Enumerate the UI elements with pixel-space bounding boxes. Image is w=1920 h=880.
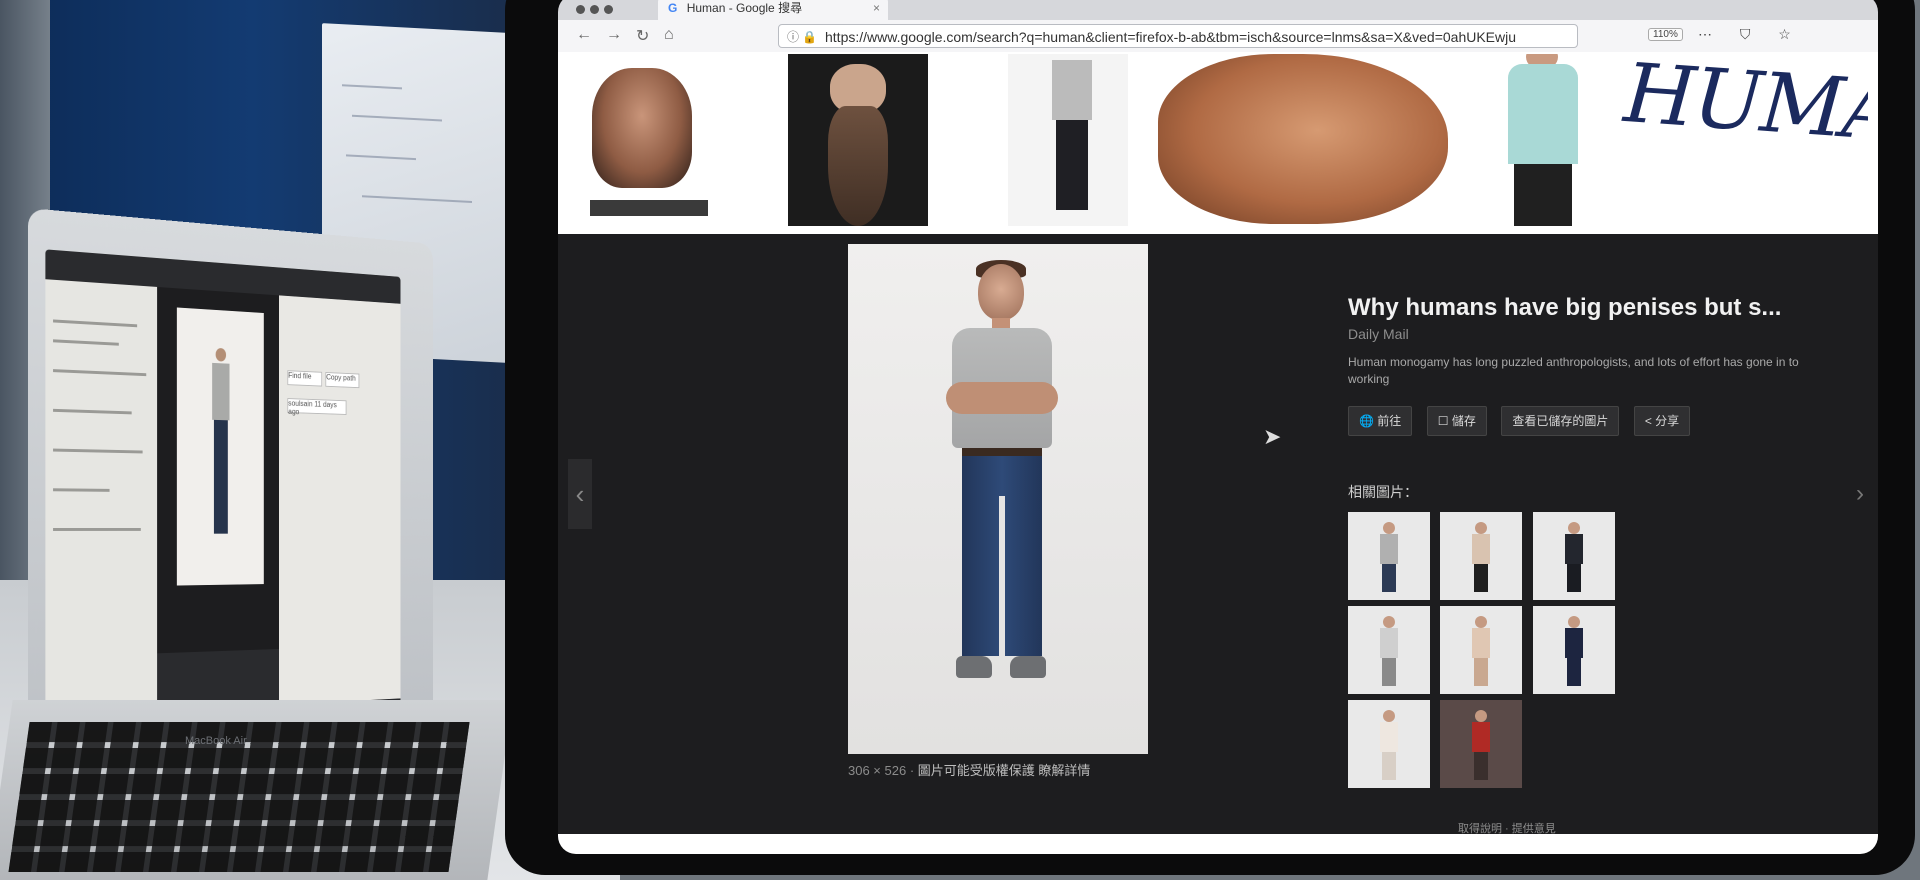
whiteboard-scribble [362, 195, 472, 204]
zoom-level[interactable]: 110% [1648, 28, 1683, 41]
person-jeans [213, 419, 228, 534]
share-icon: < [1644, 414, 1652, 428]
result-thumbnail[interactable] [1488, 54, 1598, 226]
person-shoe [956, 656, 992, 678]
thumbnail-face [592, 68, 692, 188]
related-image[interactable] [1348, 700, 1430, 788]
url-text: https://www.google.com/search?q=human&cl… [825, 29, 1517, 45]
tab-title: Human - Google 搜尋 [686, 1, 803, 15]
related-image[interactable] [1440, 606, 1523, 694]
related-image[interactable] [1348, 512, 1430, 600]
laptop-side-panel: Find file Copy path soulsain 11 days ago [278, 295, 401, 705]
thumbnail-person [1052, 60, 1092, 210]
image-info-panel: Why humans have big penises but s... Dai… [1348, 294, 1848, 794]
thumbnail-creature [1158, 54, 1448, 224]
previous-image-button[interactable]: ‹ [568, 459, 592, 529]
laptop-photo [176, 307, 264, 586]
person-head [978, 264, 1024, 320]
leg-gap [999, 496, 1005, 656]
back-button[interactable]: ← [576, 26, 592, 44]
next-image-button[interactable]: › [1848, 459, 1872, 529]
copyright-notice: 圖片可能受版權保護 [917, 763, 1035, 778]
bookmark-icon: ☐ [1437, 414, 1449, 428]
person-shirt [212, 362, 230, 421]
site-info-icon[interactable]: ⓘ 🔒 [787, 25, 817, 47]
whiteboard-scribble [346, 154, 416, 161]
human-logo: HUMAN [1621, 54, 1868, 165]
forward-button[interactable]: → [606, 26, 622, 44]
text-line [53, 528, 141, 531]
close-tab-icon[interactable]: × [873, 0, 880, 20]
person-belt [962, 448, 1042, 456]
action-buttons: 🌐 前往 ☐ 儲存 查看已儲存的圖片 < 分享 [1348, 406, 1848, 436]
mouse-cursor-icon: ➤ [1263, 424, 1282, 449]
text-line [53, 448, 143, 454]
preview-image[interactable] [848, 244, 1148, 754]
related-image[interactable] [1532, 606, 1615, 694]
text-line [53, 408, 132, 415]
whiteboard-scribble [342, 84, 402, 90]
copy-path-button[interactable]: Copy path [325, 372, 360, 389]
related-images-label: 相關圖片： [1348, 484, 1418, 500]
result-thumbnail[interactable] [1148, 54, 1458, 226]
globe-icon: 🌐 [1359, 414, 1374, 428]
google-favicon-icon: G [668, 1, 678, 15]
laptop-brand: MacBook Air [185, 735, 247, 747]
whiteboard-scribble [352, 114, 442, 122]
home-button[interactable]: ⌂ [664, 26, 674, 44]
related-image[interactable] [1532, 512, 1615, 600]
result-source: Daily Mail [1348, 326, 1409, 342]
result-thumbnail-selected[interactable] [1008, 54, 1128, 226]
learn-more-link[interactable]: 瞭解詳情 [1038, 763, 1090, 778]
thumbnail-caption-bar [590, 200, 708, 216]
find-file-button[interactable]: Find file [287, 370, 323, 387]
save-button[interactable]: ☐ 儲存 [1426, 406, 1487, 436]
result-description: Human monogamy has long puzzled anthropo… [1348, 355, 1799, 386]
laptop-keyboard [0, 700, 513, 880]
monitor-screen: G Human - Google 搜尋 × ← → ↻ ⌂ ⓘ 🔒 https:… [558, 0, 1878, 854]
related-images-grid [1348, 512, 1708, 794]
browser-tab-bar: G Human - Google 搜尋 × [558, 0, 1878, 20]
text-line [53, 488, 110, 492]
image-preview-panel: ‹ › 306 × 526 · 圖片可能受版權保護 瞭解詳情 ➤ Why hum… [558, 234, 1878, 854]
result-title[interactable]: Why humans have big penises but s... [1348, 294, 1848, 322]
image-dimensions: 306 × 526 [848, 763, 907, 778]
result-thumbnail[interactable] [788, 54, 928, 226]
laptop-image-viewer [157, 286, 279, 654]
thumbnail-beard [828, 106, 888, 226]
browser-toolbar: ← → ↻ ⌂ ⓘ 🔒 https://www.google.com/searc… [558, 20, 1878, 53]
text-line [53, 339, 119, 346]
result-thumbnail[interactable]: HUMAN [1618, 54, 1868, 226]
person-head [215, 347, 227, 362]
commit-info: soulsain 11 days ago [287, 398, 347, 416]
image-results-strip: HUMAN [558, 52, 1878, 294]
related-image[interactable] [1348, 606, 1430, 694]
share-button[interactable]: < 分享 [1633, 406, 1691, 436]
next-results-strip [558, 834, 1878, 854]
laptop-photo-person [212, 347, 230, 547]
person-shoe [1010, 656, 1046, 678]
result-thumbnail[interactable] [578, 54, 708, 226]
image-caption: 306 × 526 · 圖片可能受版權保護 瞭解詳情 [848, 763, 1091, 778]
preview-person [946, 260, 1058, 724]
reload-button[interactable]: ↻ [636, 26, 649, 46]
view-saved-button[interactable]: 查看已儲存的圖片 [1501, 406, 1620, 436]
person-crossed-arms [946, 382, 1058, 414]
browser-tab[interactable]: G Human - Google 搜尋 × [658, 0, 888, 20]
visit-button[interactable]: 🌐 前往 [1348, 406, 1413, 436]
toolbar-icons[interactable]: ⋯ ⛉ ☆ [1698, 26, 1803, 43]
text-line [53, 319, 138, 328]
related-image[interactable] [1440, 700, 1523, 788]
related-image[interactable] [1440, 512, 1523, 600]
url-bar[interactable]: ⓘ 🔒 https://www.google.com/search?q=huma… [778, 24, 1578, 48]
laptop-document-pane [45, 279, 158, 718]
text-line [53, 369, 147, 377]
window-controls[interactable] [576, 1, 618, 19]
laptop-screen: Find file Copy path soulsain 11 days ago [45, 249, 401, 767]
